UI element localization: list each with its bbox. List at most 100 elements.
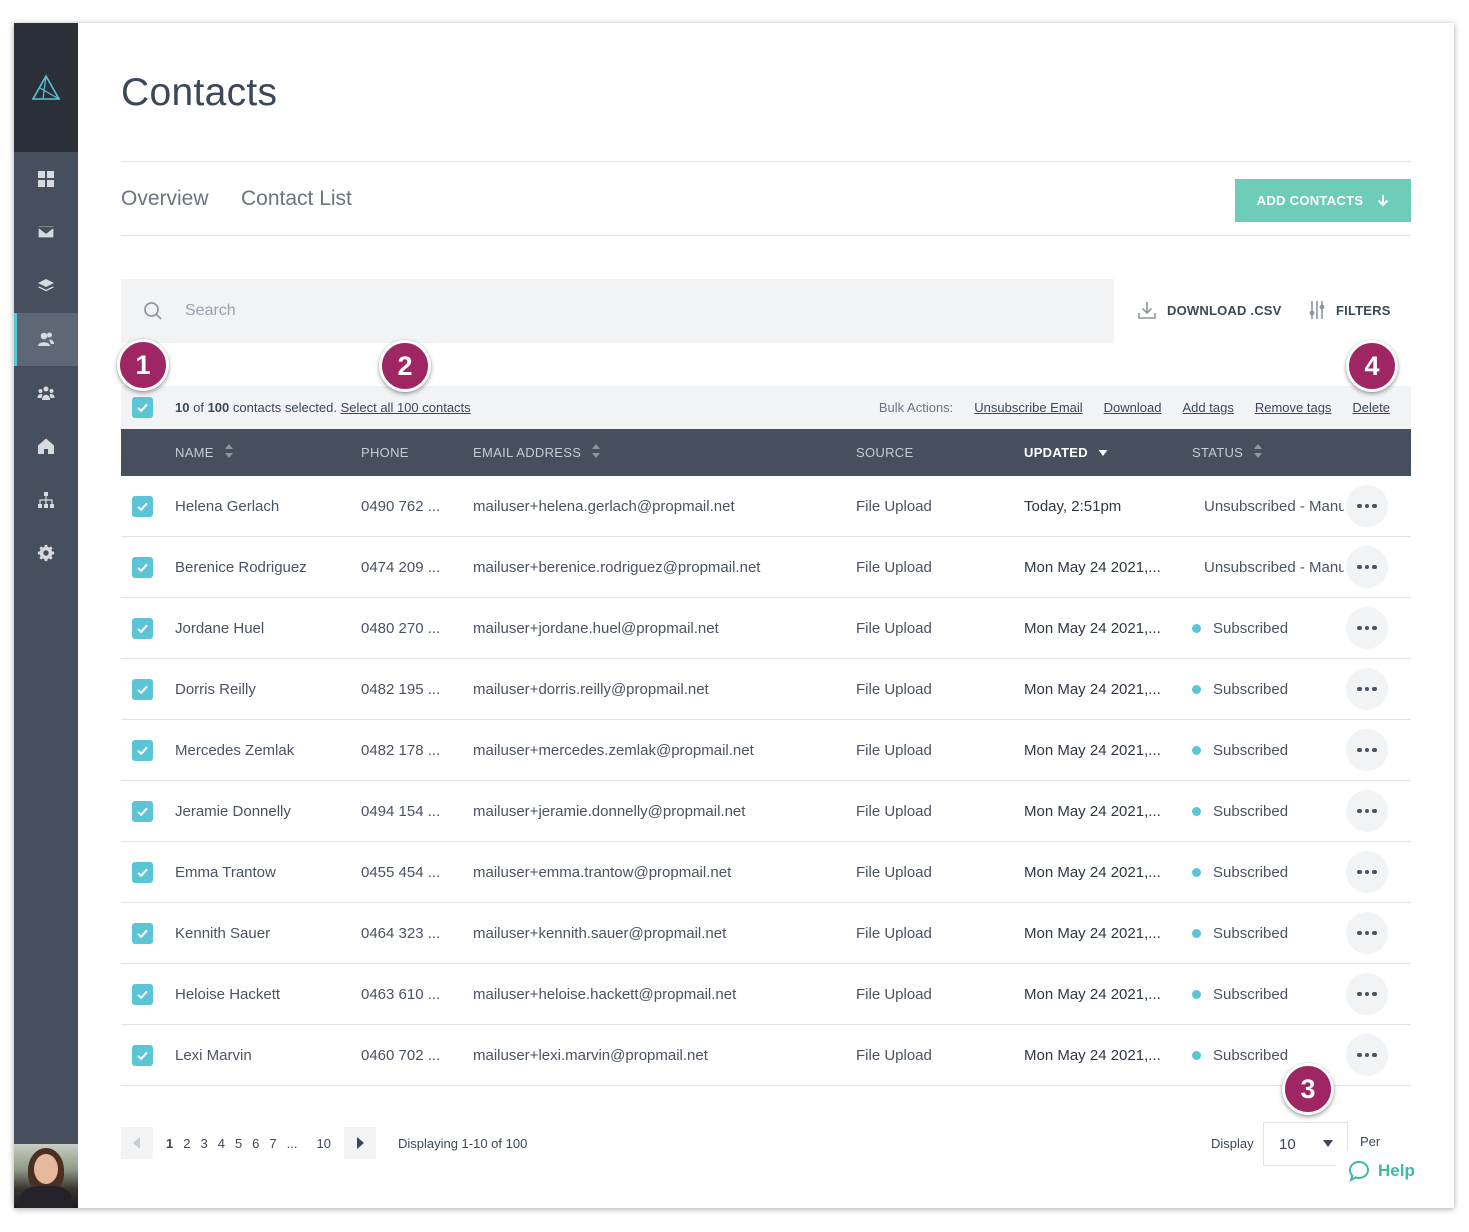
tab-overview[interactable]: Overview (121, 187, 209, 211)
caret-left-icon (133, 1137, 140, 1149)
sidebar-item-mail[interactable] (14, 206, 78, 260)
download-icon (1138, 302, 1156, 319)
sidebar-item-settings[interactable] (14, 527, 78, 581)
search-icon (144, 302, 162, 320)
row-more-button[interactable] (1346, 485, 1388, 527)
contact-updated: Mon May 24 2021,... (1024, 986, 1161, 1003)
row-more-button[interactable] (1346, 1034, 1388, 1076)
row-checkbox[interactable] (132, 618, 153, 639)
row-checkbox[interactable] (132, 862, 153, 883)
download-csv-button[interactable]: DOWNLOAD .CSV (1137, 300, 1282, 320)
bulk-delete-link[interactable]: Delete (1352, 400, 1390, 415)
row-more-button[interactable] (1346, 851, 1388, 893)
row-checkbox[interactable] (132, 1045, 153, 1066)
user-avatar[interactable] (14, 1144, 78, 1208)
contact-name[interactable]: Kennith Sauer (175, 903, 270, 964)
row-more-button[interactable] (1346, 973, 1388, 1015)
row-more-button[interactable] (1346, 790, 1388, 832)
row-checkbox[interactable] (132, 740, 153, 761)
row-checkbox[interactable] (132, 679, 153, 700)
table-row[interactable]: Berenice Rodriguez 0474 209 ... mailuser+b… (121, 537, 1411, 598)
table-row[interactable]: Lexi Marvin 0460 702 ... mailuser+lexi.mar… (121, 1025, 1411, 1086)
column-status[interactable]: STATUS (1192, 429, 1263, 476)
contact-name[interactable]: Emma Trantow (175, 842, 276, 903)
contact-name[interactable]: Jeramie Donnelly (175, 781, 291, 842)
bulk-remove-tags-link[interactable]: Remove tags (1255, 400, 1332, 415)
column-email[interactable]: EMAIL ADDRESS (473, 429, 601, 476)
row-more-button[interactable] (1346, 607, 1388, 649)
contact-status: Unsubscribed - Manual (1192, 537, 1344, 598)
table-row[interactable]: Kennith Sauer 0464 323 ... mailuser+kennit… (121, 903, 1411, 964)
contact-name[interactable]: Jordane Huel (175, 598, 264, 659)
settings-icon (37, 545, 55, 562)
table-row[interactable]: Jeramie Donnelly 0494 154 ... mailuser+jer… (121, 781, 1411, 842)
tab-contact-list[interactable]: Contact List (241, 187, 352, 211)
table-row[interactable]: Dorris Reilly 0482 195 ... mailuser+dorris… (121, 659, 1411, 720)
prev-page-button[interactable] (121, 1127, 153, 1159)
sidebar-item-campaigns[interactable] (14, 259, 78, 313)
sidebar (14, 23, 78, 1208)
next-page-button[interactable] (343, 1127, 376, 1159)
select-all-checkbox[interactable] (132, 397, 153, 418)
page-number[interactable]: 1 (166, 1136, 173, 1151)
contact-name[interactable]: Mercedes Zemlak (175, 720, 294, 781)
more-dot (1372, 686, 1377, 692)
more-dot (1357, 1052, 1362, 1058)
page-number[interactable]: 7 (269, 1136, 276, 1151)
sidebar-item-contacts[interactable] (14, 312, 78, 366)
row-checkbox[interactable] (132, 557, 153, 578)
column-phone[interactable]: PHONE (361, 429, 409, 476)
more-dot (1364, 930, 1370, 936)
row-more-button[interactable] (1346, 546, 1388, 588)
selected-count: 10 (175, 400, 190, 415)
bulk-unsubscribe-link[interactable]: Unsubscribe Email (974, 400, 1082, 415)
page-number[interactable]: 5 (235, 1136, 242, 1151)
contact-name[interactable]: Dorris Reilly (175, 659, 256, 720)
row-more-button[interactable] (1346, 729, 1388, 771)
page-number[interactable]: 10 (316, 1136, 330, 1151)
column-source[interactable]: SOURCE (856, 429, 913, 476)
page-number[interactable]: 4 (218, 1136, 225, 1151)
table-row[interactable]: Mercedes Zemlak 0482 178 ... mailuser+merc… (121, 720, 1411, 781)
page-number[interactable]: 3 (200, 1136, 207, 1151)
contact-name[interactable]: Lexi Marvin (175, 1025, 252, 1086)
search-input[interactable] (185, 302, 985, 320)
contact-name[interactable]: Berenice Rodriguez (175, 537, 307, 598)
select-all-link[interactable]: Select all 100 contacts (341, 400, 471, 415)
page-number[interactable]: 2 (183, 1136, 190, 1151)
row-checkbox[interactable] (132, 801, 153, 822)
column-updated[interactable]: UPDATED (1024, 429, 1108, 476)
bulk-download-link[interactable]: Download (1104, 400, 1162, 415)
dashboard-icon (38, 170, 54, 187)
contact-name[interactable]: Heloise Hackett (175, 964, 280, 1025)
page-number[interactable]: 6 (252, 1136, 259, 1151)
sidebar-item-properties[interactable] (14, 420, 78, 474)
sidebar-item-dashboard[interactable] (14, 152, 78, 206)
row-checkbox[interactable] (132, 496, 153, 517)
table-row[interactable]: Emma Trantow 0455 454 ... mailuser+emma.tr… (121, 842, 1411, 903)
sidebar-item-groups[interactable] (14, 366, 78, 420)
table-row[interactable]: Jordane Huel 0480 270 ... mailuser+jordane… (121, 598, 1411, 659)
checkmark-icon (137, 1051, 148, 1061)
column-name[interactable]: NAME (175, 429, 234, 476)
row-more-button[interactable] (1346, 912, 1388, 954)
help-button[interactable]: Help (1336, 1151, 1436, 1191)
add-contacts-button[interactable]: ADD CONTACTS (1235, 179, 1411, 222)
contact-updated: Mon May 24 2021,... (1024, 864, 1161, 881)
contact-phone: 0482 178 ... (361, 742, 441, 759)
table-row[interactable]: Heloise Hackett 0463 610 ... mailuser+helo… (121, 964, 1411, 1025)
contact-name[interactable]: Helena Gerlach (175, 476, 279, 537)
layers-icon (38, 278, 54, 292)
table-row[interactable]: Helena Gerlach 0490 762 ... mailuser+helen… (121, 476, 1411, 537)
contact-updated: Today, 2:51pm (1024, 498, 1122, 515)
bulk-add-tags-link[interactable]: Add tags (1183, 400, 1234, 415)
page-title: Contacts (121, 71, 278, 114)
more-dot (1372, 747, 1377, 753)
row-checkbox[interactable] (132, 984, 153, 1005)
sidebar-item-structure[interactable] (14, 473, 78, 527)
contact-updated: Mon May 24 2021,... (1024, 681, 1161, 698)
row-checkbox[interactable] (132, 923, 153, 944)
filters-button[interactable]: FILTERS (1308, 300, 1391, 320)
row-more-button[interactable] (1346, 668, 1388, 710)
app-logo[interactable] (14, 23, 78, 152)
